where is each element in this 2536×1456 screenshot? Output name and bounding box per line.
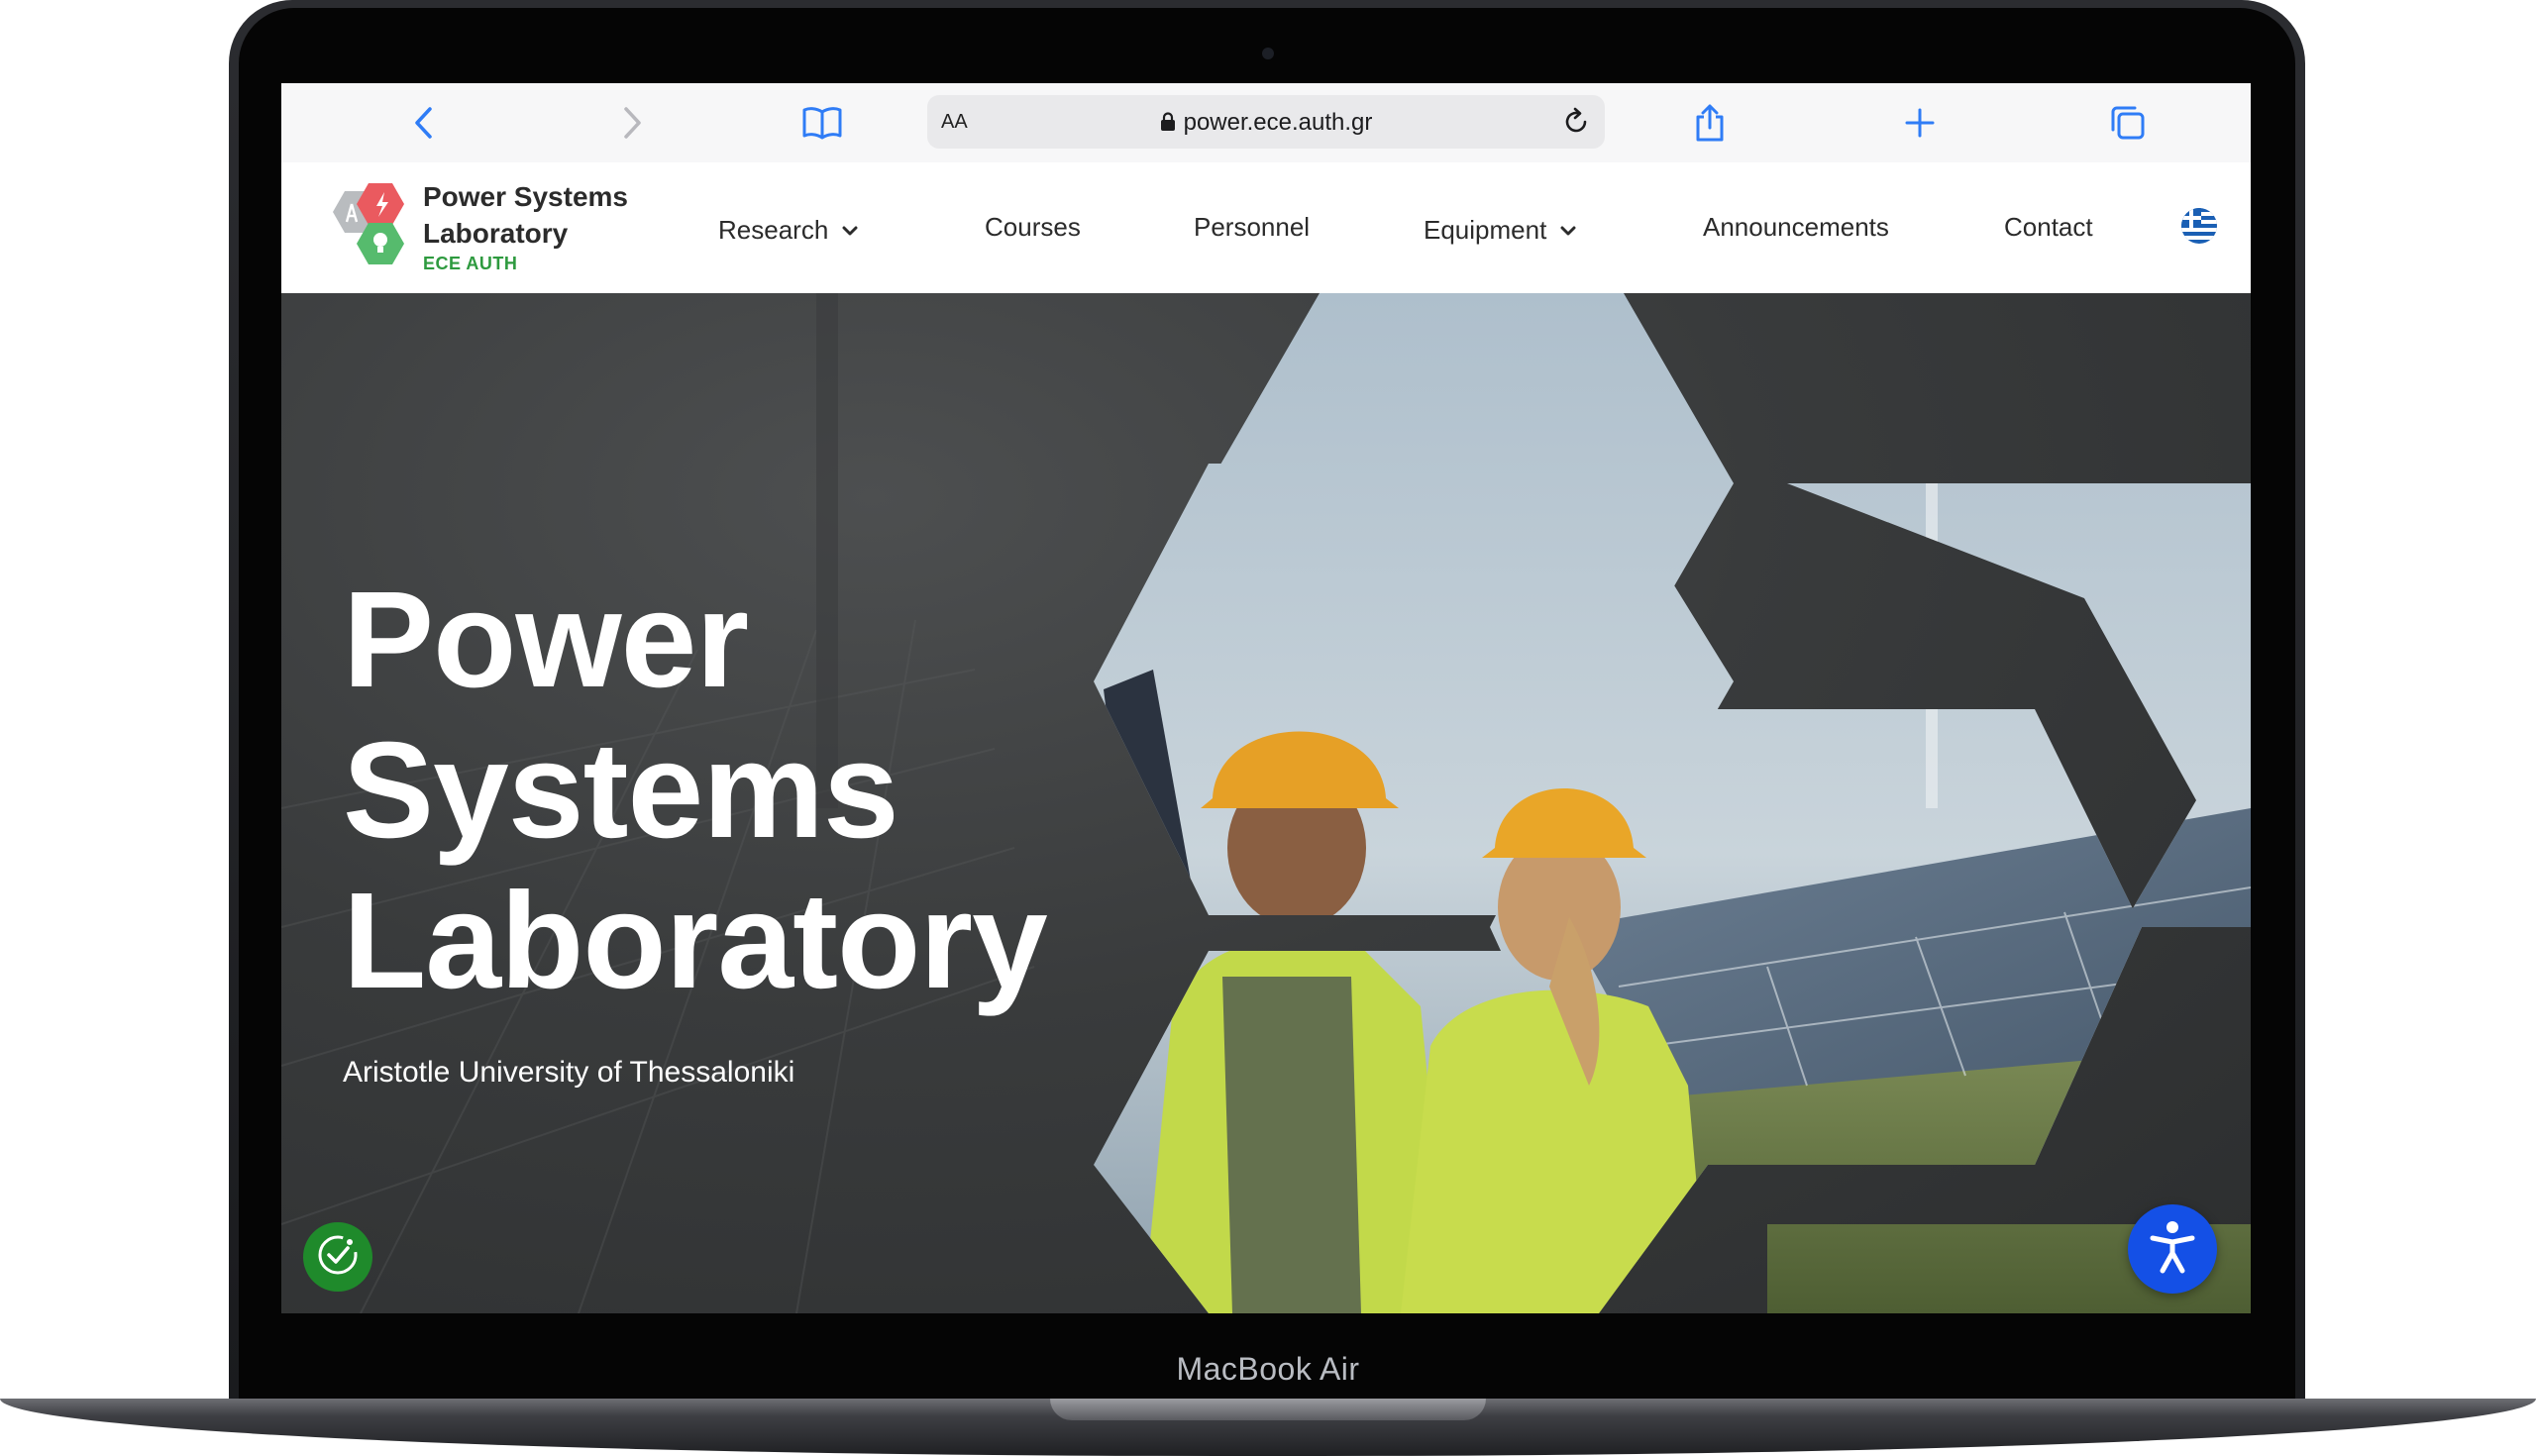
hero-title: Power Systems Laboratory bbox=[343, 564, 1048, 1017]
accessibility-icon bbox=[2148, 1219, 2197, 1280]
address-bar[interactable]: AA power.ece.auth.gr bbox=[927, 95, 1605, 149]
reload-icon[interactable] bbox=[1561, 107, 1591, 142]
lab-logo-icon[interactable] bbox=[319, 182, 418, 282]
accessibility-button[interactable] bbox=[2128, 1204, 2217, 1294]
site-header: Power Systems Laboratory ECE AUTH Resear… bbox=[281, 162, 2251, 294]
lock-icon bbox=[1160, 111, 1176, 139]
device-label: MacBook Air bbox=[1176, 1351, 1360, 1387]
nav-equipment[interactable]: Equipment bbox=[1424, 212, 1576, 246]
nav-contact[interactable]: Contact bbox=[2004, 212, 2093, 243]
nav-announcements[interactable]: Announcements bbox=[1703, 212, 1889, 243]
nav-personnel-label: Personnel bbox=[1194, 212, 1311, 242]
nav-contact-label: Contact bbox=[2004, 212, 2093, 242]
browser-toolbar: AA power.ece.auth.gr bbox=[281, 83, 2251, 163]
chevron-down-icon bbox=[1560, 212, 1576, 243]
nav-courses[interactable]: Courses bbox=[985, 212, 1081, 243]
new-tab-icon[interactable] bbox=[1898, 101, 1942, 145]
nav-personnel[interactable]: Personnel bbox=[1194, 212, 1310, 243]
nav-equipment-label: Equipment bbox=[1424, 215, 1547, 245]
back-icon[interactable] bbox=[402, 101, 446, 145]
tabs-overview-icon[interactable] bbox=[2106, 101, 2150, 145]
share-icon[interactable] bbox=[1688, 101, 1732, 145]
cookie-consent-icon bbox=[314, 1231, 362, 1284]
greek-flag-icon[interactable] bbox=[2181, 208, 2217, 244]
laptop-hinge-notch bbox=[1050, 1399, 1486, 1420]
nav-research-label: Research bbox=[718, 215, 829, 245]
nav-research[interactable]: Research bbox=[718, 212, 858, 246]
hero-section: Power Systems Laboratory Aristotle Unive… bbox=[281, 293, 2251, 1313]
nav-courses-label: Courses bbox=[985, 212, 1081, 242]
nav-announcements-label: Announcements bbox=[1703, 212, 1889, 242]
screen: AA power.ece.auth.gr Power Systems Labor… bbox=[281, 83, 2251, 1313]
hero-subtitle: Aristotle University of Thessaloniki bbox=[343, 1056, 795, 1089]
camera bbox=[1262, 48, 1274, 59]
cookie-consent-button[interactable] bbox=[303, 1222, 372, 1292]
logo-title[interactable]: Power Systems Laboratory bbox=[423, 178, 661, 252]
bookmarks-icon[interactable] bbox=[800, 101, 844, 145]
chevron-down-icon bbox=[842, 212, 858, 243]
forward-icon[interactable] bbox=[610, 101, 654, 145]
logo-subtitle: ECE AUTH bbox=[423, 254, 518, 273]
url-text: power.ece.auth.gr bbox=[1183, 109, 1373, 136]
